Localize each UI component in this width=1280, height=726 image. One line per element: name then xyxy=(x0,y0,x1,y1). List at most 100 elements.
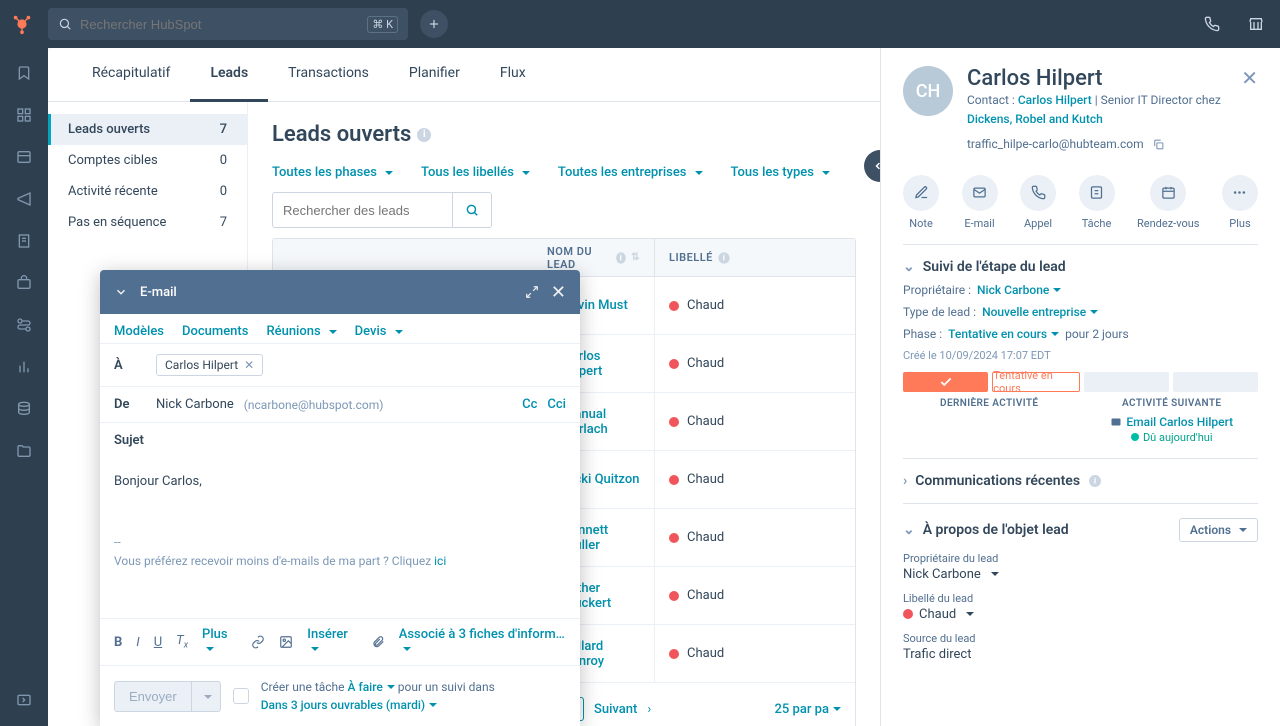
action-task[interactable]: Tâche xyxy=(1079,175,1115,230)
underline-button[interactable]: U xyxy=(154,635,162,650)
stage-current[interactable]: Tentative en cours xyxy=(992,372,1079,392)
recipient-chip[interactable]: Carlos Hilpert✕ xyxy=(156,354,263,376)
search-shortcut: ⌘ K xyxy=(367,16,398,33)
page-title: Leads ouvertsi xyxy=(272,122,856,147)
expand-icon[interactable] xyxy=(525,285,539,299)
section-communications[interactable]: ›Communications récentesi xyxy=(903,473,1258,489)
tab-quotes[interactable]: Devis xyxy=(355,324,403,339)
th-label[interactable]: LIBELLÉi xyxy=(655,239,855,276)
info-icon[interactable]: i xyxy=(1089,475,1101,487)
database-icon[interactable] xyxy=(0,388,48,430)
create-task-checkbox[interactable] xyxy=(233,688,249,704)
filter-phases[interactable]: Toutes les phases xyxy=(272,165,393,180)
lead-search-button[interactable] xyxy=(452,192,492,228)
task-delay-link[interactable]: Dans 3 jours ouvrables (mardi) xyxy=(261,698,437,712)
marketing-icon[interactable] xyxy=(0,178,48,220)
close-icon[interactable]: ✕ xyxy=(551,282,566,303)
main-tabs: Récapitulatif Leads Transactions Planifi… xyxy=(48,48,880,102)
filter-companies[interactable]: Toutes les entreprises xyxy=(558,165,703,180)
tab-schedule[interactable]: Planifier xyxy=(389,48,480,102)
insert-button[interactable]: Insérer xyxy=(307,627,356,657)
section-stage-tracking[interactable]: ⌄Suivi de l'étape du lead xyxy=(903,259,1258,275)
composer-body[interactable]: Bonjour Carlos, -- Vous préférez recevoi… xyxy=(100,458,580,618)
remove-chip-icon[interactable]: ✕ xyxy=(244,358,254,372)
sort-icon[interactable]: ⇅ xyxy=(631,252,640,263)
collapse-panel-button[interactable] xyxy=(864,150,880,182)
action-meeting[interactable]: Rendez-vous xyxy=(1137,175,1199,230)
info-icon[interactable]: i xyxy=(417,128,431,142)
global-search-input[interactable] xyxy=(80,17,359,32)
action-email[interactable]: E-mail xyxy=(962,175,998,230)
section-about-lead[interactable]: ⌄À propos de l'objet leadActions xyxy=(903,518,1258,542)
stage-done[interactable] xyxy=(903,372,988,392)
link-icon[interactable] xyxy=(251,635,265,649)
tab-documents[interactable]: Documents xyxy=(182,324,248,339)
clear-format-button[interactable]: Tx xyxy=(176,633,188,651)
grid-icon[interactable] xyxy=(0,94,48,136)
automation-icon[interactable] xyxy=(0,304,48,346)
tab-templates[interactable]: Modèles xyxy=(114,324,164,339)
pagination-perpage[interactable]: 25 par pa xyxy=(775,702,841,717)
send-button[interactable]: Envoyer xyxy=(114,681,192,712)
action-call[interactable]: Appel xyxy=(1020,175,1056,230)
phone-icon[interactable] xyxy=(1196,8,1228,40)
copy-icon[interactable] xyxy=(1152,138,1165,151)
hubspot-logo[interactable] xyxy=(8,10,36,38)
sidebar-item-recent-activity[interactable]: Activité récente0 xyxy=(48,176,247,207)
next-activity-link[interactable]: Email Carlos Hilpert xyxy=(1086,415,1259,429)
due-badge: Dû aujourd'hui xyxy=(1086,431,1259,444)
stage-pending[interactable] xyxy=(1173,372,1258,392)
content-icon[interactable] xyxy=(0,220,48,262)
lead-search-input[interactable] xyxy=(272,192,452,228)
unsubscribe-link[interactable]: ici xyxy=(434,554,446,568)
company-link[interactable]: Dickens, Robel and Kutch xyxy=(967,112,1103,126)
cc-link[interactable]: Cc xyxy=(522,397,537,412)
bold-button[interactable]: B xyxy=(114,635,122,650)
pagination-next-arrow[interactable]: › xyxy=(647,702,651,717)
italic-button[interactable]: I xyxy=(136,635,139,650)
global-search[interactable]: ⌘ K xyxy=(48,8,408,40)
actions-button[interactable]: Actions xyxy=(1179,518,1258,542)
action-more[interactable]: Plus xyxy=(1222,175,1258,230)
commerce-icon[interactable] xyxy=(0,262,48,304)
note-icon xyxy=(903,175,939,211)
filter-types[interactable]: Tous les types xyxy=(731,165,830,180)
tab-summary[interactable]: Récapitulatif xyxy=(72,48,190,102)
sidebar-item-not-in-sequence[interactable]: Pas en séquence7 xyxy=(48,207,247,238)
attach-icon[interactable] xyxy=(371,635,385,649)
associated-records[interactable]: Associé à 3 fiches d'inform… xyxy=(399,627,566,657)
task-type-link[interactable]: À faire xyxy=(348,680,395,694)
pagination-next[interactable]: Suivant xyxy=(594,702,637,717)
info-icon[interactable]: i xyxy=(617,252,626,263)
crm-icon[interactable] xyxy=(0,136,48,178)
sidebar-item-target-accounts[interactable]: Comptes cibles0 xyxy=(48,145,247,176)
tab-transactions[interactable]: Transactions xyxy=(268,48,389,102)
owner-dropdown[interactable]: Nick Carbone xyxy=(977,283,1061,297)
expand-icon[interactable] xyxy=(0,684,48,726)
image-icon[interactable] xyxy=(279,635,293,649)
filter-labels[interactable]: Tous les libellés xyxy=(421,165,530,180)
subject-row[interactable]: Sujet xyxy=(100,422,580,458)
contact-link[interactable]: Carlos Hilpert xyxy=(1018,93,1092,107)
more-format-button[interactable]: Plus xyxy=(202,627,237,657)
marketplace-icon[interactable] xyxy=(1240,8,1272,40)
info-icon[interactable]: i xyxy=(718,252,729,263)
send-options-button[interactable] xyxy=(192,681,221,712)
tab-leads[interactable]: Leads xyxy=(190,48,268,102)
create-button[interactable] xyxy=(420,10,448,38)
leadtype-dropdown[interactable]: Nouvelle entreprise xyxy=(982,305,1098,319)
tab-flow[interactable]: Flux xyxy=(480,48,546,102)
reporting-icon[interactable] xyxy=(0,346,48,388)
close-icon[interactable]: ✕ xyxy=(1241,66,1258,90)
field-label[interactable]: Chaud xyxy=(903,607,1258,622)
stage-pending[interactable] xyxy=(1084,372,1169,392)
phase-dropdown[interactable]: Tentative en cours xyxy=(948,327,1059,341)
collapse-icon[interactable] xyxy=(114,285,128,299)
bookmark-icon[interactable] xyxy=(0,52,48,94)
library-icon[interactable] xyxy=(0,430,48,472)
action-note[interactable]: Note xyxy=(903,175,939,230)
field-owner[interactable]: Nick Carbone xyxy=(903,567,1258,582)
bcc-link[interactable]: Cci xyxy=(547,397,566,412)
tab-meetings[interactable]: Réunions xyxy=(266,324,336,339)
sidebar-item-open-leads[interactable]: Leads ouverts7 xyxy=(48,114,247,145)
